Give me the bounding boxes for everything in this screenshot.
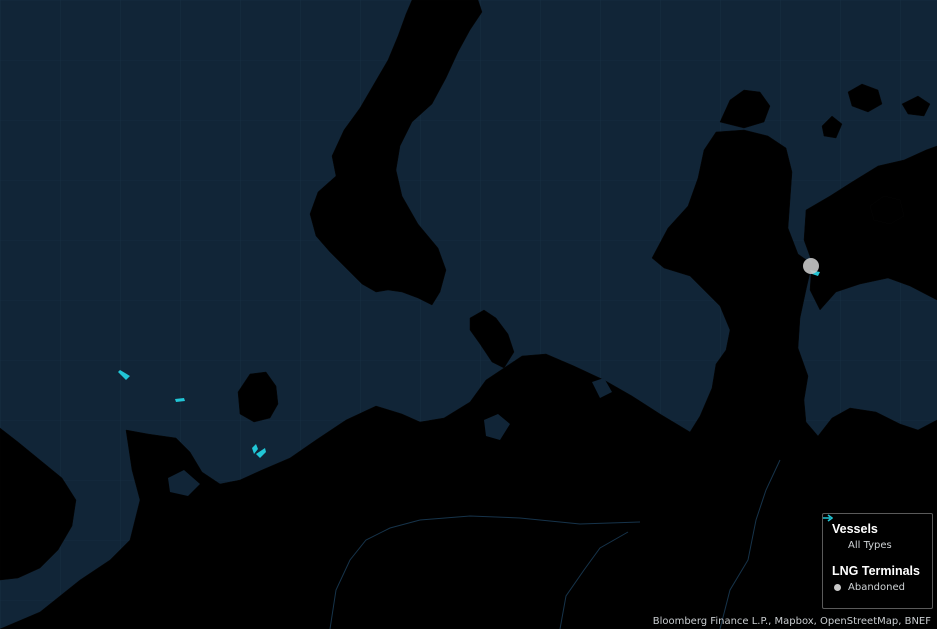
terminal-dot-icon [834,583,841,591]
vessel-icon [823,514,843,549]
legend-vessels-row[interactable]: All Types [823,514,923,552]
legend-vessels-item: All Types [848,539,892,551]
map-layer [0,0,937,629]
legend-terminals-item: Abandoned [848,581,905,593]
legend-vessels-title: Vessels [832,522,878,536]
map-canvas[interactable]: Vessels All Types LNG Terminals Abandone… [0,0,937,629]
map-legend: Vessels All Types LNG Terminals Abandone… [822,513,933,609]
legend-terminals-title: LNG Terminals [832,564,920,578]
legend-terminals-row[interactable]: Abandoned [833,580,923,594]
map-attribution[interactable]: Bloomberg Finance L.P., Mapbox, OpenStre… [653,616,931,627]
terminal-dot-icon [803,258,819,274]
